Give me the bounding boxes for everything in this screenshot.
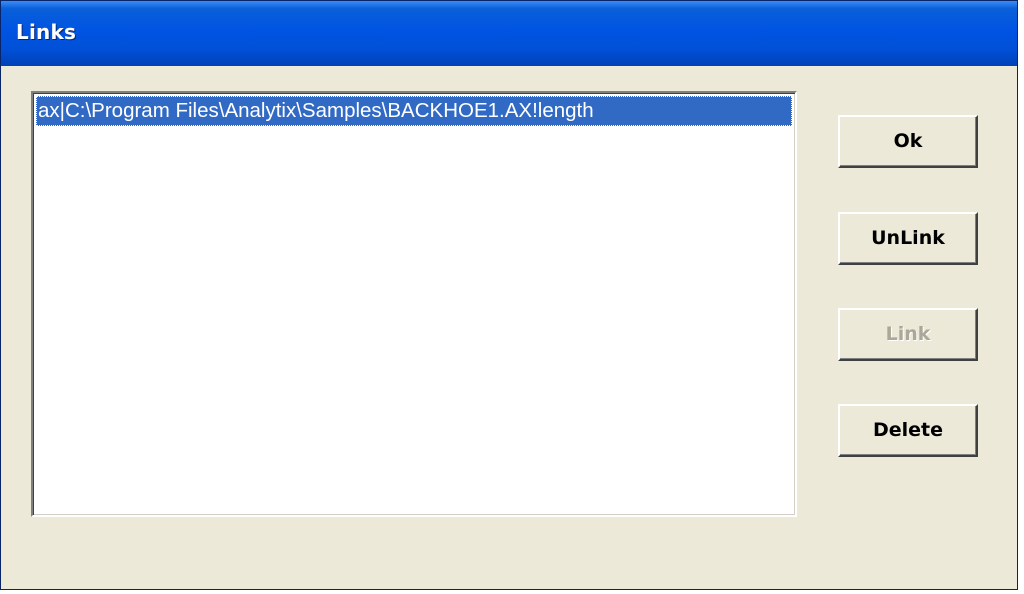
window-title: Links [16, 20, 77, 44]
links-dialog: Links ax|C:\Program Files\Analytix\Sampl… [0, 0, 1018, 590]
unlink-button[interactable]: UnLink [838, 212, 978, 265]
ok-button[interactable]: Ok [838, 115, 978, 168]
title-bar[interactable]: Links [1, 1, 1017, 66]
links-listbox[interactable]: ax|C:\Program Files\Analytix\Samples\BAC… [31, 91, 797, 517]
delete-button[interactable]: Delete [838, 404, 978, 457]
list-item[interactable]: ax|C:\Program Files\Analytix\Samples\BAC… [36, 96, 792, 126]
link-button: Link [838, 308, 978, 361]
